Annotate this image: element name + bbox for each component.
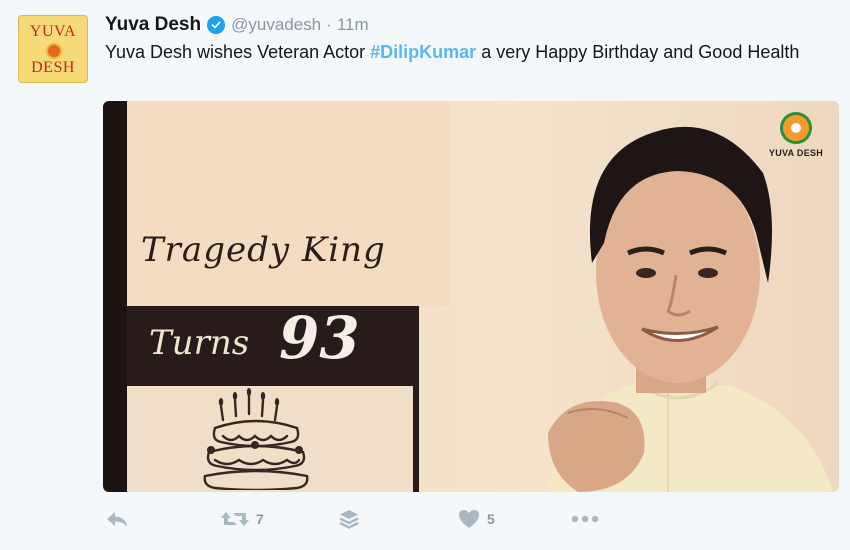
- tweet-text-after: a very Happy Birthday and Good Health: [476, 42, 800, 62]
- avatar-text-bottom: DESH: [31, 59, 75, 76]
- retweet-count: 7: [256, 511, 264, 527]
- more-icon: [571, 515, 599, 523]
- actor-portrait: [548, 126, 833, 492]
- avatar-emblem-icon: [46, 43, 62, 59]
- tweet: YUVA DESH Yuva Desh @yuvadesh · 11m Yuva…: [0, 0, 850, 550]
- reply-icon: [107, 512, 127, 527]
- media-headline: Tragedy King: [141, 230, 386, 270]
- tweet-text: Yuva Desh wishes Veteran Actor #DilipKum…: [105, 40, 845, 64]
- birthday-cake-icon: [203, 388, 309, 490]
- retweet-button[interactable]: 7: [220, 505, 264, 533]
- more-button[interactable]: [570, 505, 600, 533]
- reply-button[interactable]: [105, 505, 129, 533]
- retweet-icon: [221, 512, 249, 526]
- tweet-media-image[interactable]: Tragedy King Turns 93 YUVA DESH: [103, 101, 839, 492]
- brand-logo-text: YUVA DESH: [768, 148, 824, 158]
- hashtag-link[interactable]: #DilipKumar: [370, 42, 476, 62]
- media-panel-top: [127, 101, 449, 306]
- tweet-text-before: Yuva Desh wishes Veteran Actor: [105, 42, 371, 62]
- brand-logo-icon: [780, 112, 812, 144]
- brand-logo: YUVA DESH: [763, 112, 829, 162]
- buffer-button[interactable]: [337, 505, 361, 533]
- like-button[interactable]: 5: [457, 505, 495, 533]
- heart-icon: [459, 510, 479, 528]
- tweet-actions: 7 5: [105, 505, 625, 533]
- timestamp[interactable]: 11m: [337, 15, 369, 35]
- separator-dot: ·: [326, 15, 332, 34]
- tweet-header: Yuva Desh @yuvadesh · 11m: [105, 13, 369, 37]
- avatar-text-top: YUVA: [29, 23, 77, 40]
- author-handle[interactable]: @yuvadesh: [231, 15, 321, 35]
- like-count: 5: [487, 511, 495, 527]
- layers-icon: [339, 510, 359, 529]
- avatar[interactable]: YUVA DESH: [18, 15, 88, 83]
- media-age-text: 93: [279, 304, 360, 372]
- media-turns-text: Turns: [149, 323, 250, 363]
- verified-icon: [207, 16, 226, 34]
- author-name[interactable]: Yuva Desh: [105, 14, 201, 36]
- media-dark-bar: [103, 101, 127, 492]
